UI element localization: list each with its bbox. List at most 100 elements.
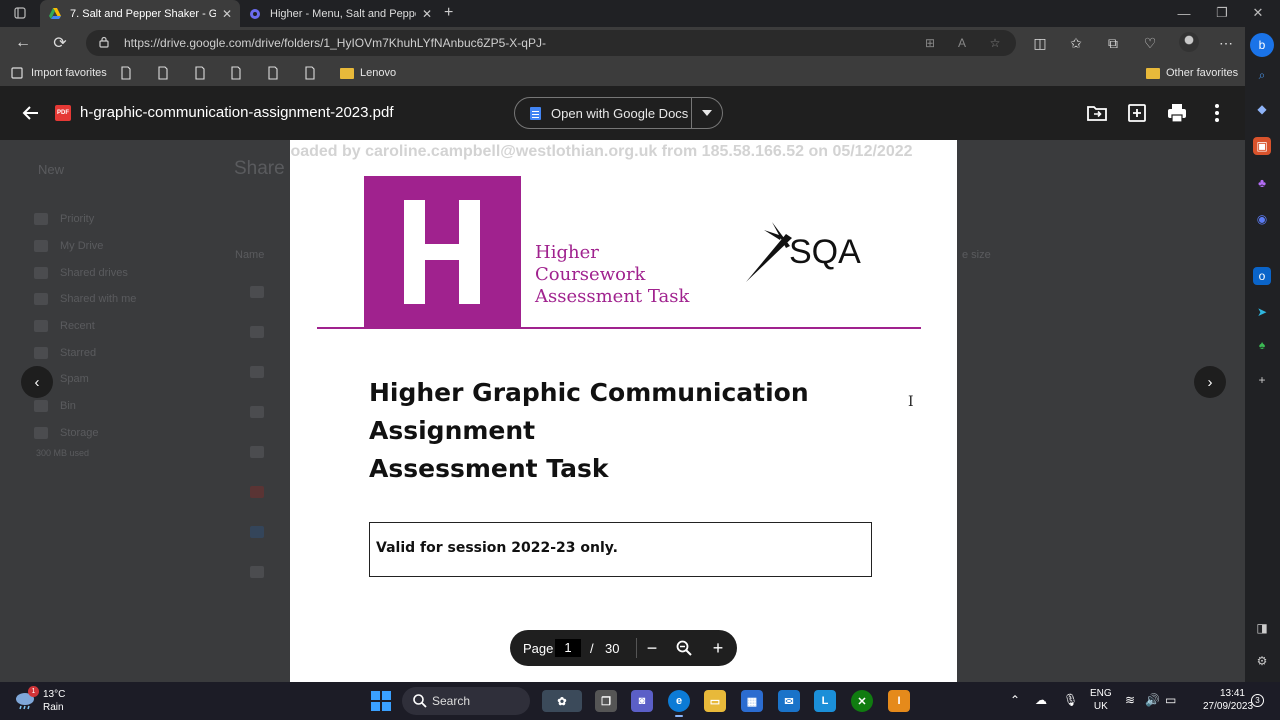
onedrive-cloud-icon[interactable]: ☁ — [1035, 693, 1047, 707]
page-bookmark[interactable] — [120, 65, 140, 81]
zoom-in-icon[interactable]: + — [708, 638, 728, 658]
search-icon[interactable]: ⌕ — [1253, 66, 1271, 84]
page-bookmark[interactable] — [194, 65, 214, 81]
address-bar[interactable]: https://drive.google.com/drive/folders/1… — [86, 30, 1016, 56]
page-bookmark[interactable] — [230, 65, 250, 81]
gear-favicon-icon — [250, 8, 260, 19]
tab-higher-menu[interactable]: Higher - Menu, Salt and Pepper S ✕ — [240, 0, 440, 27]
language-indicator[interactable]: ENG UK — [1090, 687, 1112, 713]
minimize-icon[interactable]: — — [1174, 4, 1194, 22]
favorites-icon[interactable]: ✩ — [1066, 33, 1086, 53]
print-icon[interactable] — [1166, 102, 1188, 124]
current-page-input[interactable]: 1 — [555, 639, 581, 657]
import-favorites-bookmark[interactable]: Import favorites — [11, 65, 107, 81]
mail-icon[interactable]: ✉ — [778, 690, 800, 712]
validity-box: Valid for session 2022-23 only. — [369, 522, 872, 577]
zoom-icon[interactable] — [674, 638, 694, 658]
new-tab-icon[interactable]: + — [444, 4, 453, 22]
other-favorites-folder[interactable]: Other favorites — [1146, 65, 1238, 81]
settings-gear-icon[interactable]: ⚙ — [1253, 652, 1271, 670]
tag-icon[interactable]: ◆ — [1253, 100, 1271, 118]
teams-chat-icon[interactable]: ◙ — [631, 690, 653, 712]
office-icon[interactable]: ◉ — [1253, 210, 1271, 228]
bing-copilot-icon[interactable]: b — [1250, 33, 1274, 57]
maximize-icon[interactable]: ❐ — [1212, 4, 1232, 22]
battery-icon[interactable]: ▭ — [1165, 693, 1176, 707]
folder-icon — [250, 286, 264, 298]
close-tab-icon[interactable]: ✕ — [222, 7, 232, 21]
app-l-icon[interactable]: L — [814, 690, 836, 712]
browser-toolbar: ← ⟳ https://drive.google.com/drive/folde… — [0, 27, 1245, 59]
sidebar-layout-icon[interactable]: ◨ — [1253, 619, 1271, 637]
folder-icon — [1146, 67, 1160, 79]
volume-icon[interactable]: 🔊 — [1145, 693, 1160, 707]
file-explorer-icon[interactable]: ▭ — [704, 690, 726, 712]
windows-taskbar: 1 13°C Rain Search ✿ ❐ ◙ e ▭ ▦ ✉ L ✕ I ⌃… — [0, 682, 1280, 720]
tab-actions-icon[interactable] — [10, 4, 30, 22]
clock-time: 13:41 — [1219, 688, 1245, 699]
page-bookmark[interactable] — [157, 65, 177, 81]
windows-start-icon[interactable] — [371, 691, 391, 711]
microphone-icon[interactable]: 🎙 — [1063, 693, 1078, 707]
task-view-icon[interactable]: ❐ — [595, 690, 617, 712]
app-i-icon[interactable]: I — [888, 690, 910, 712]
games-icon[interactable]: ♣ — [1253, 174, 1271, 192]
weather-widget[interactable]: 13°C Rain — [43, 688, 65, 714]
page-label: Page — [523, 641, 554, 656]
profile-avatar[interactable] — [1179, 32, 1199, 52]
close-window-icon[interactable]: ✕ — [1248, 4, 1268, 22]
xbox-icon[interactable]: ✕ — [851, 690, 873, 712]
outlook-icon[interactable]: o — [1253, 267, 1271, 285]
coursework-line: Higher — [535, 242, 599, 263]
title-line: Assessment Task — [369, 454, 609, 483]
page-separator: / — [590, 641, 594, 656]
read-aloud-icon[interactable]: A — [954, 35, 970, 51]
tab-salt-pepper-shaker[interactable]: 7. Salt and Pepper Shaker - Goog ✕ — [40, 0, 240, 27]
notification-count-badge[interactable]: 3 — [1251, 694, 1264, 707]
split-screen-icon[interactable]: ◫ — [1030, 33, 1050, 53]
shared-drives-icon — [34, 267, 48, 279]
open-with-google-docs-button[interactable]: Open with Google Docs — [514, 97, 723, 129]
pdf-page[interactable]: loaded by caroline.campbell@westlothian.… — [290, 140, 957, 682]
page-icon — [231, 66, 241, 80]
microsoft-store-icon[interactable]: ▦ — [741, 690, 763, 712]
telegram-icon[interactable]: ➤ — [1253, 303, 1271, 321]
favorite-star-icon[interactable]: ☆ — [987, 35, 1003, 51]
back-arrow-icon[interactable] — [20, 102, 42, 124]
add-shortcut-icon[interactable] — [1126, 102, 1148, 124]
collections-icon[interactable]: ⧉ — [1103, 33, 1123, 53]
h-letter-mark — [404, 200, 480, 304]
back-icon[interactable]: ← — [12, 33, 34, 53]
drive-icon — [34, 240, 48, 252]
folder-icon — [340, 67, 354, 79]
dropdown-caret-icon[interactable] — [702, 110, 712, 116]
open-with-label: Open with Google Docs — [551, 105, 689, 121]
next-file-button[interactable]: › — [1194, 366, 1226, 398]
title-line: Assignment — [369, 416, 536, 445]
taskbar-search[interactable]: Search — [402, 687, 530, 715]
move-to-folder-icon[interactable] — [1086, 102, 1108, 124]
sqa-logo: SQA — [746, 222, 861, 282]
zoom-out-icon[interactable]: − — [642, 638, 662, 658]
show-hidden-icons[interactable]: ⌃ — [1010, 693, 1020, 707]
lenovo-folder-bookmark[interactable]: Lenovo — [340, 65, 396, 81]
bookmark-label: Lenovo — [360, 67, 397, 79]
browser-tab-strip: 7. Salt and Pepper Shaker - Goog ✕ Highe… — [0, 0, 1280, 27]
tree-icon[interactable]: ♠ — [1253, 336, 1271, 354]
edge-browser-icon[interactable]: e — [668, 690, 690, 717]
page-bookmark[interactable] — [304, 65, 324, 81]
previous-file-button[interactable]: ‹ — [21, 366, 53, 398]
wifi-icon[interactable]: ≋ — [1125, 693, 1135, 707]
system-clock[interactable]: 13:41 27/09/2023 — [1203, 687, 1253, 713]
page-bookmark[interactable] — [267, 65, 287, 81]
more-actions-icon[interactable] — [1206, 102, 1228, 124]
close-tab-icon[interactable]: ✕ — [422, 7, 432, 21]
refresh-icon[interactable]: ⟳ — [49, 33, 71, 53]
add-sidebar-app-icon[interactable]: + — [1253, 371, 1271, 389]
drive-file-viewer: New Share Priority My Drive Shared drive… — [0, 86, 1245, 682]
app-available-icon[interactable]: ⊞ — [922, 35, 938, 51]
browser-essentials-icon[interactable]: ♡ — [1140, 33, 1160, 53]
more-menu-icon[interactable]: ⋯ — [1216, 33, 1236, 53]
toolbox-icon[interactable]: ▣ — [1253, 137, 1271, 155]
search-highlight-icon[interactable]: ✿ — [542, 690, 582, 712]
